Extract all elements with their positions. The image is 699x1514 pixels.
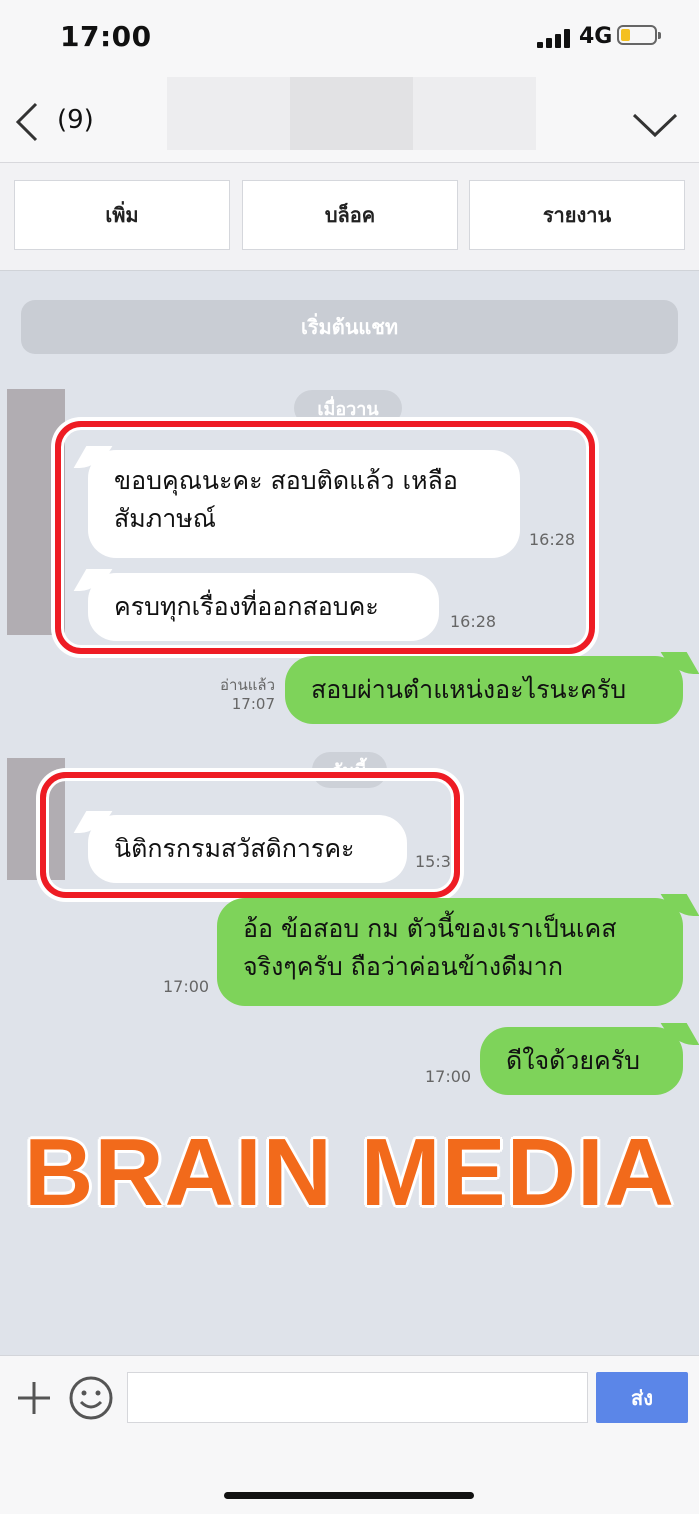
start-chat-banner[interactable]: เริ่มต้นแชท xyxy=(21,300,678,354)
redacted-name-block xyxy=(167,77,290,150)
block-button[interactable]: บล็อค xyxy=(242,180,458,250)
signal-icon xyxy=(537,28,573,48)
message-text: ดีใจด้วยครับ xyxy=(506,1046,641,1075)
message-text: ขอบคุณนะคะ สอบติดแล้ว เหลือ xyxy=(114,466,458,495)
message-bubble-outgoing[interactable]: ดีใจด้วยครับ xyxy=(480,1027,683,1095)
message-text: จริงๆครับ ถือว่าค่อนข้างดีมาก xyxy=(243,952,563,981)
plus-icon[interactable] xyxy=(16,1380,52,1416)
avatar[interactable] xyxy=(7,389,65,635)
message-text: สอบผ่านตำแหน่งอะไรนะครับ xyxy=(311,675,627,704)
date-separator-yesterday: เมื่อวาน xyxy=(294,390,402,426)
message-time: 17:00 xyxy=(163,977,210,996)
message-time: 16:28 xyxy=(450,612,497,631)
avatar[interactable] xyxy=(7,758,65,880)
emoji-icon[interactable] xyxy=(68,1375,114,1421)
redacted-name-block xyxy=(413,77,536,150)
add-friend-button[interactable]: เพิ่ม xyxy=(14,180,230,250)
read-label: อ่านแล้ว xyxy=(220,676,275,694)
message-input[interactable] xyxy=(127,1372,588,1423)
chevron-down-icon[interactable] xyxy=(632,112,678,138)
message-bubble-incoming[interactable]: ขอบคุณนะคะ สอบติดแล้ว เหลือ สัมภาษณ์ xyxy=(88,450,520,558)
send-button[interactable]: ส่ง xyxy=(596,1372,688,1423)
message-time: 16:28 xyxy=(529,530,576,549)
message-bubble-outgoing[interactable]: อ้อ ข้อสอบ กม ตัวนี้ของเราเป็นเคส จริงๆค… xyxy=(217,898,683,1006)
back-arrow-icon[interactable] xyxy=(14,102,40,142)
chat-header: (9) xyxy=(0,72,699,163)
network-type: 4G xyxy=(579,24,613,49)
member-count: (9) xyxy=(57,105,94,135)
message-bubble-incoming[interactable]: นิติกรกรมสวัสดิการคะ xyxy=(88,815,407,883)
action-bar: เพิ่ม บล็อค รายงาน xyxy=(0,163,699,271)
battery-icon xyxy=(617,25,661,45)
report-button[interactable]: รายงาน xyxy=(469,180,685,250)
watermark-text: BRAIN MEDIA xyxy=(24,1119,675,1226)
message-time: 15:3 xyxy=(415,852,451,871)
message-text: สัมภาษณ์ xyxy=(114,504,216,533)
message-bubble-incoming[interactable]: ครบทุกเรื่องที่ออกสอบคะ xyxy=(88,573,439,641)
redacted-name-block xyxy=(290,77,413,150)
message-time: 17:00 xyxy=(425,1067,472,1086)
message-text: ครบทุกเรื่องที่ออกสอบคะ xyxy=(114,592,379,621)
message-text: อ้อ ข้อสอบ กม ตัวนี้ของเราเป็นเคส xyxy=(243,914,617,943)
home-indicator xyxy=(224,1492,474,1499)
message-bubble-outgoing[interactable]: สอบผ่านตำแหน่งอะไรนะครับ xyxy=(285,656,683,724)
message-composer: ส่ง xyxy=(0,1355,699,1514)
message-text: นิติกรกรมสวัสดิการคะ xyxy=(114,834,355,863)
date-separator-today: วันนี้ xyxy=(312,752,387,788)
clock: 17:00 xyxy=(60,20,152,53)
status-bar: 17:00 4G xyxy=(0,0,699,72)
read-receipt: อ่านแล้ว 17:07 xyxy=(205,676,275,714)
message-time: 17:07 xyxy=(231,695,275,713)
